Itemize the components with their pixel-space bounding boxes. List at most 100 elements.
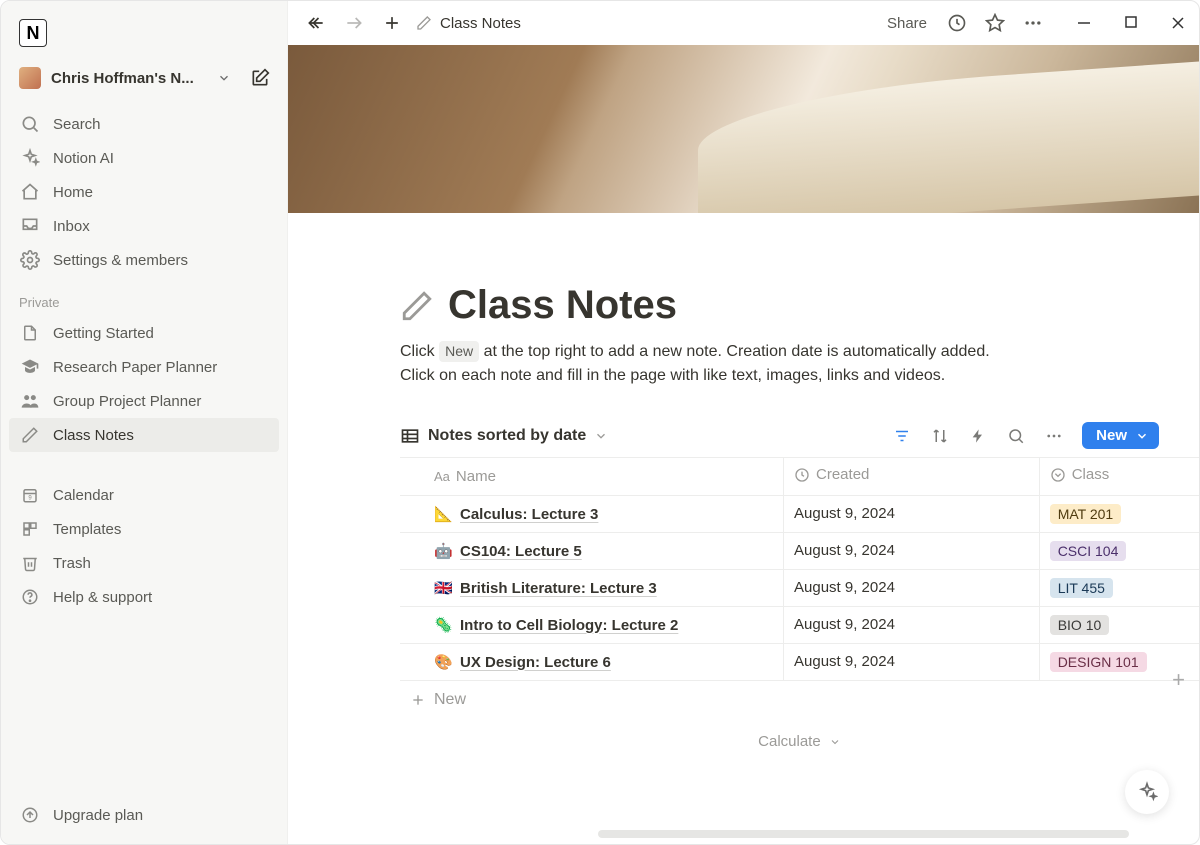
table-row[interactable]: 🎨 UX Design: Lecture 6 August 9, 2024 DESIG… xyxy=(400,643,1199,680)
page-getting-started[interactable]: Getting Started xyxy=(1,316,287,350)
share-button[interactable]: Share xyxy=(881,15,933,32)
plus-icon xyxy=(410,692,426,708)
nav-forward-button[interactable] xyxy=(340,9,368,37)
row-title[interactable]: UX Design: Lecture 6 xyxy=(460,654,611,671)
row-title[interactable]: Intro to Cell Biology: Lecture 2 xyxy=(460,617,678,634)
filter-icon[interactable] xyxy=(892,426,912,446)
gear-icon xyxy=(19,249,41,271)
ai-fab-button[interactable] xyxy=(1125,770,1169,814)
upgrade-button[interactable]: Upgrade plan xyxy=(1,794,287,844)
window-maximize-button[interactable] xyxy=(1125,16,1137,30)
notes-table: Aa Name Created xyxy=(400,457,1199,681)
new-page-button[interactable] xyxy=(378,9,406,37)
window-minimize-button[interactable] xyxy=(1077,16,1091,30)
row-created: August 9, 2024 xyxy=(784,643,1040,680)
sort-icon[interactable] xyxy=(930,426,950,446)
chevron-down-icon[interactable] xyxy=(211,65,237,91)
workspace-switcher[interactable]: Chris Hoffman's N... xyxy=(1,59,287,97)
chevron-down-icon[interactable] xyxy=(1135,429,1149,443)
database-view-bar: Notes sorted by date New xyxy=(400,422,1159,457)
chevron-down-icon xyxy=(594,429,608,443)
sidebar-item-label: Notion AI xyxy=(53,150,114,167)
sidebar: N Chris Hoffman's N... Search Notion AI … xyxy=(1,1,288,844)
document-icon xyxy=(19,322,41,344)
row-title[interactable]: Calculus: Lecture 3 xyxy=(460,506,598,523)
sidebar-item-inbox[interactable]: Inbox xyxy=(1,209,287,243)
page-group-project[interactable]: Group Project Planner xyxy=(1,384,287,418)
people-icon xyxy=(19,390,41,412)
row-created: August 9, 2024 xyxy=(784,532,1040,569)
automations-icon[interactable] xyxy=(968,426,988,446)
sidebar-item-trash[interactable]: Trash xyxy=(1,546,287,580)
inbox-icon xyxy=(19,215,41,237)
search-icon[interactable] xyxy=(1006,426,1026,446)
table-row[interactable]: 🇬🇧British Literature: Lecture 3August 9,… xyxy=(400,569,1199,606)
breadcrumb[interactable]: Class Notes xyxy=(416,15,521,32)
table-row[interactable]: 🤖 CS104: Lecture 5 August 9, 2024 CSCI 104 xyxy=(400,532,1199,569)
class-tag[interactable]: CSCI 104 xyxy=(1050,541,1127,561)
calculate-row[interactable]: Calculate xyxy=(400,719,1199,764)
row-created: August 9, 2024 xyxy=(784,495,1040,532)
more-icon[interactable] xyxy=(1044,426,1064,446)
sidebar-item-help[interactable]: Help & support xyxy=(1,580,287,614)
sidebar-item-home[interactable]: Home xyxy=(1,175,287,209)
row-emoji: 🇬🇧 xyxy=(434,579,454,597)
trash-icon xyxy=(19,552,41,574)
sidebar-item-calendar[interactable]: 9 Calendar xyxy=(1,478,287,512)
sidebar-item-label: Home xyxy=(53,184,93,201)
table-row[interactable]: 📐Calculus: Lecture 3August 9, 2024MAT 20… xyxy=(400,495,1199,532)
sparkle-icon xyxy=(19,147,41,169)
sidebar-item-notion-ai[interactable]: Notion AI xyxy=(1,141,287,175)
section-private-label: Private xyxy=(1,277,287,316)
app-logo: N xyxy=(19,19,47,47)
horizontal-scrollbar[interactable] xyxy=(588,830,1189,840)
sidebar-item-label: Help & support xyxy=(53,589,152,606)
column-header-created[interactable]: Created xyxy=(784,458,1040,496)
window-close-button[interactable] xyxy=(1171,16,1185,30)
new-button[interactable]: New xyxy=(1082,422,1159,449)
sidebar-item-label: Calendar xyxy=(53,487,114,504)
page-title[interactable]: Class Notes xyxy=(400,283,1159,328)
nav-back-button[interactable] xyxy=(302,9,330,37)
template-icon xyxy=(19,518,41,540)
sidebar-item-label: Getting Started xyxy=(53,325,154,342)
pencil-icon xyxy=(416,15,432,31)
sidebar-item-label: Templates xyxy=(53,521,121,538)
table-row[interactable]: 🦠Intro to Cell Biology: Lecture 2August … xyxy=(400,606,1199,643)
help-icon xyxy=(19,586,41,608)
compose-icon[interactable] xyxy=(247,65,273,91)
row-title[interactable]: British Literature: Lecture 3 xyxy=(460,580,657,597)
column-header-class[interactable]: Class xyxy=(1039,458,1199,496)
favorite-icon[interactable] xyxy=(981,9,1009,37)
more-icon[interactable] xyxy=(1019,9,1047,37)
sidebar-item-label: Settings & members xyxy=(53,252,188,269)
row-emoji: 🎨 xyxy=(434,653,454,671)
row-title[interactable]: CS104: Lecture 5 xyxy=(460,543,582,560)
class-tag[interactable]: DESIGN 101 xyxy=(1050,652,1147,672)
sidebar-item-search[interactable]: Search xyxy=(1,107,287,141)
page-cover[interactable] xyxy=(288,45,1199,213)
updates-icon[interactable] xyxy=(943,9,971,37)
new-row-button[interactable]: New xyxy=(400,681,1199,719)
sidebar-item-label: Group Project Planner xyxy=(53,393,201,410)
page-description: Click New at the top right to add a new … xyxy=(400,340,1159,388)
graduation-icon xyxy=(19,356,41,378)
page-research-paper[interactable]: Research Paper Planner xyxy=(1,350,287,384)
class-tag[interactable]: LIT 455 xyxy=(1050,578,1113,598)
view-name: Notes sorted by date xyxy=(428,427,586,445)
arrow-up-circle-icon xyxy=(19,804,41,826)
column-header-name[interactable]: Aa Name xyxy=(400,458,784,496)
page-class-notes[interactable]: Class Notes xyxy=(9,418,279,452)
sidebar-item-templates[interactable]: Templates xyxy=(1,512,287,546)
add-column-button[interactable]: + xyxy=(1172,667,1185,693)
sidebar-item-settings[interactable]: Settings & members xyxy=(1,243,287,277)
search-icon xyxy=(19,113,41,135)
home-icon xyxy=(19,181,41,203)
class-tag[interactable]: BIO 10 xyxy=(1050,615,1110,635)
row-emoji: 🤖 xyxy=(434,542,454,560)
sidebar-item-label: Research Paper Planner xyxy=(53,359,217,376)
view-selector[interactable]: Notes sorted by date xyxy=(400,426,608,446)
main-area: Class Notes Share Class Notes Click xyxy=(288,1,1199,844)
class-tag[interactable]: MAT 201 xyxy=(1050,504,1122,524)
pencil-icon xyxy=(19,424,41,446)
